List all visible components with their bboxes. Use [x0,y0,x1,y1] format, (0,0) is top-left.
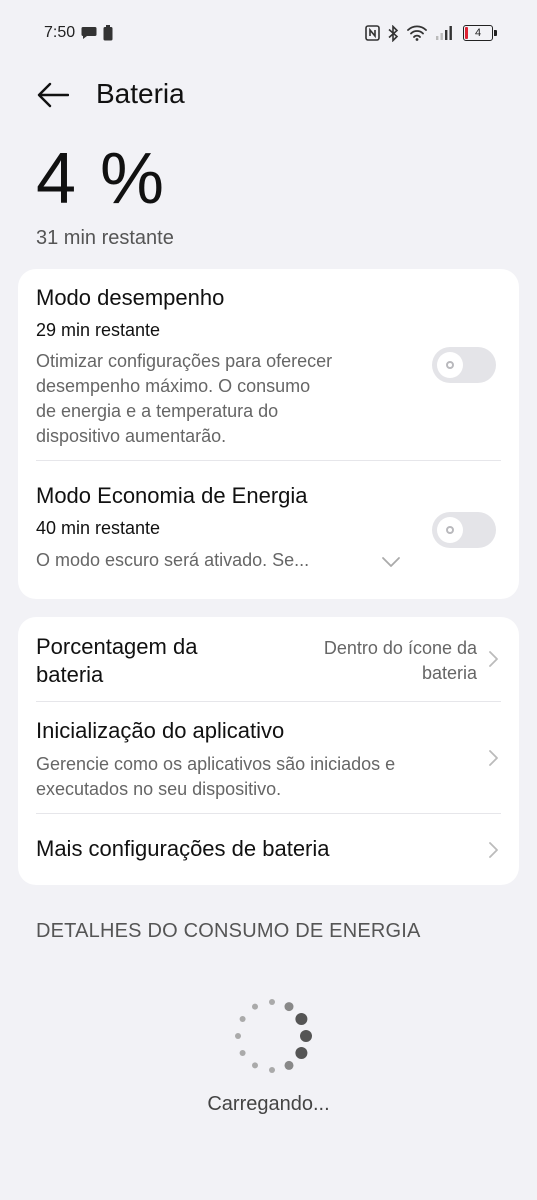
divider [36,460,501,461]
description-line: Otimizar configurações para oferecer [36,351,333,371]
nfc-icon [365,25,380,41]
spinner-dot [239,1050,246,1056]
power-saving-remaining: 40 min restante [36,518,161,538]
battery-icon: 4 [463,25,497,41]
battery-level-text: 4 [474,27,482,39]
app-launch-title: Inicialização do aplicativo [36,718,285,743]
clock: 7:50 [44,24,76,41]
settings-card: Porcentagem da bateria Dentro do ícone d… [18,617,519,885]
description-line: de energia e a temperatura do [36,401,279,421]
description-line: dispositivo aumentarão. [36,426,227,446]
loading-text: Carregando... [207,1093,330,1115]
more-battery-settings-title: Mais configurações de bateria [36,836,330,861]
wifi-icon [407,25,427,41]
status-bar: 7:50 4 [0,0,537,66]
spinner-dot [284,1060,294,1070]
top-app-bar: Bateria [0,70,537,120]
title-line: Porcentagem da [36,634,198,659]
back-button[interactable] [36,78,70,112]
performance-mode-description: Otimizar configurações para oferecer des… [36,349,416,449]
power-saving-title: Modo Economia de Energia [36,483,308,508]
divider [36,701,501,702]
status-bar-left: 7:50 [44,24,113,42]
description-line: executados no seu dispositivo. [36,779,282,799]
performance-mode-toggle[interactable] [432,347,496,383]
message-icon [81,26,97,40]
title-line: bateria [36,662,104,687]
description-line: desempenho máximo. O consumo [36,376,311,396]
description-line: Gerencie como os aplicativos são iniciad… [36,754,396,774]
loading-spinner-icon [235,999,312,1073]
spinner-dot [239,1016,246,1022]
battery-percent: 4 % [36,139,167,219]
value-line: bateria [421,663,477,683]
power-saving-toggle[interactable] [432,512,496,548]
section-header-power-consumption: DETALHES DO CONSUMO DE ENERGIA [36,920,421,942]
toggle-knob [437,517,463,543]
page-title: Bateria [96,78,185,109]
chevron-right-icon [489,651,498,667]
spinner-dot [269,1067,275,1073]
app-launch-description: Gerencie como os aplicativos são iniciad… [36,752,395,802]
spinner-dot [295,1047,308,1059]
value-line: Dentro do ícone da [323,638,477,658]
spinner-dot [252,1003,258,1010]
divider [36,813,501,814]
modes-card: Modo desempenho 29 min restante Otimizar… [18,269,519,599]
spinner-dot [300,1030,312,1042]
signal-icon [435,25,455,41]
spinner-dot [295,1013,308,1025]
status-bar-right: 4 [365,24,497,42]
back-arrow-icon [37,82,69,108]
chevron-right-icon [489,842,498,858]
performance-mode-remaining: 29 min restante [36,320,161,340]
battery-saver-icon [103,25,113,41]
spinner-dot [269,999,275,1005]
spinner-dot [235,1033,241,1039]
battery-percentage-title: Porcentagem da bateria [36,633,197,689]
bluetooth-icon [388,24,399,42]
toggle-knob [437,352,463,378]
spinner-dot [284,1002,294,1012]
performance-mode-title: Modo desempenho [36,285,225,310]
battery-percentage-value: Dentro do ícone da bateria [324,636,477,686]
battery-remaining-time: 31 min restante [36,227,174,249]
chevron-right-icon [489,750,498,766]
power-saving-description: O modo escuro será ativado. Se... [36,550,310,570]
chevron-down-icon[interactable] [381,556,401,568]
spinner-dot [252,1062,258,1069]
